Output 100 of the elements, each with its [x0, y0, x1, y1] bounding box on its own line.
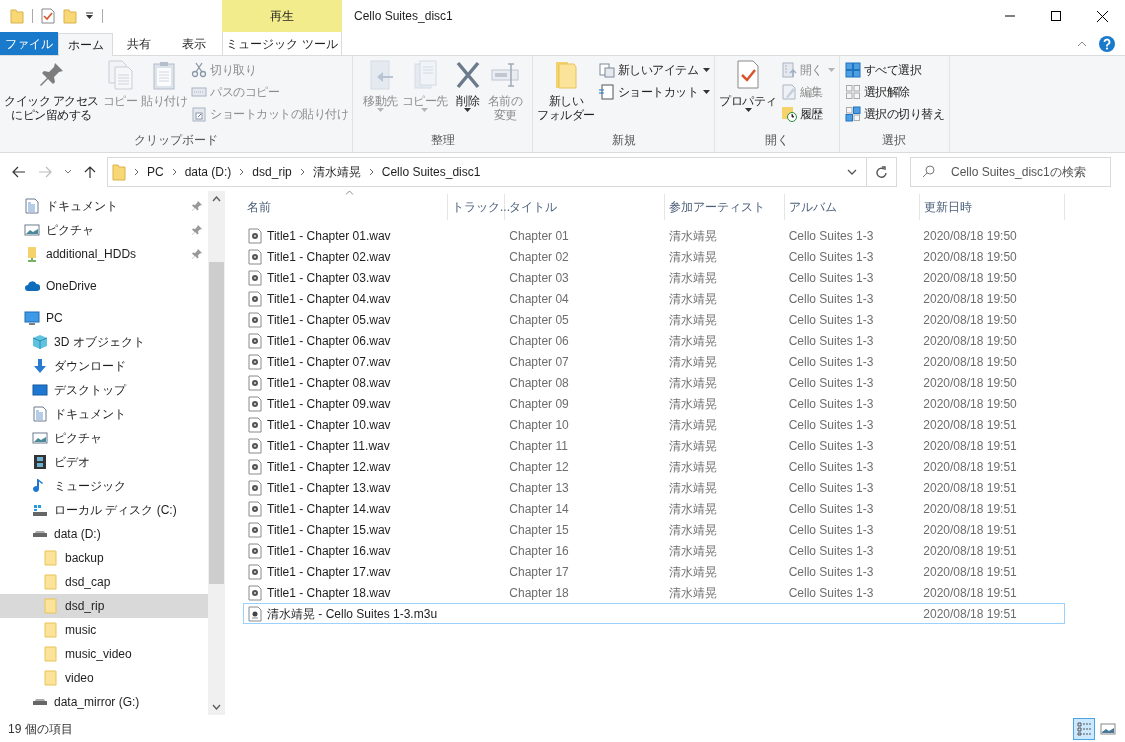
- chevron-down-icon[interactable]: [64, 169, 72, 175]
- ribbon-button[interactable]: 削除: [449, 59, 486, 112]
- ribbon-button[interactable]: 選択解除: [844, 81, 945, 103]
- album-cell: Cello Suites 1-3: [788, 375, 874, 390]
- column-header[interactable]: 名前: [243, 194, 448, 220]
- caret-icon[interactable]: [85, 12, 94, 20]
- ribbon-button[interactable]: クイック アクセスにピン留めする: [2, 59, 101, 122]
- close-icon: [1096, 10, 1108, 22]
- file-row[interactable]: 清水靖晃 - Cello Suites 1-3.m3u 2020/08/18 19:51: [243, 603, 1065, 624]
- chevron-right-icon[interactable]: [368, 168, 374, 176]
- pin-icon[interactable]: [192, 225, 202, 235]
- nav-item[interactable]: additional_HDDs: [0, 242, 208, 266]
- breadcrumb-item[interactable]: dsd_rip: [252, 163, 292, 181]
- address-bar[interactable]: PC data (D:) dsd_rip 清水靖晃 Cello Suites_disc1: [107, 157, 897, 187]
- ribbon-button[interactable]: すべて選択: [844, 59, 945, 81]
- file-row[interactable]: Title1 - Chapter 18.wav Chapter 18 清水靖晃 Cello Suites 1-3 2020/08/18 19:51: [243, 582, 1065, 603]
- pin-icon[interactable]: [192, 249, 202, 259]
- chevron-right-icon[interactable]: [171, 168, 177, 176]
- file-row[interactable]: Title1 - Chapter 16.wav Chapter 16 清水靖晃 Cello Suites 1-3 2020/08/18 19:51: [243, 540, 1065, 561]
- file-row[interactable]: Title1 - Chapter 14.wav Chapter 14 清水靖晃 Cello Suites 1-3 2020/08/18 19:51: [243, 498, 1065, 519]
- file-row[interactable]: Title1 - Chapter 11.wav Chapter 11 清水靖晃 Cello Suites 1-3 2020/08/18 19:51: [243, 435, 1065, 456]
- file-row[interactable]: Title1 - Chapter 04.wav Chapter 04 清水靖晃 Cello Suites 1-3 2020/08/18 19:50: [243, 288, 1065, 309]
- properties-icon[interactable]: [41, 8, 55, 24]
- ribbon-button[interactable]: 履歴: [780, 103, 835, 125]
- ribbon-button[interactable]: 選択の切り替え: [844, 103, 945, 125]
- up-arrow-icon[interactable]: [84, 165, 96, 179]
- nav-item[interactable]: デスクトップ: [0, 378, 208, 402]
- nav-item[interactable]: ビデオ: [0, 450, 208, 474]
- ribbon-tab[interactable]: ミュージック ツール: [222, 32, 342, 55]
- ribbon-tab[interactable]: ホーム: [58, 33, 113, 56]
- file-row[interactable]: Title1 - Chapter 05.wav Chapter 05 清水靖晃 Cello Suites 1-3 2020/08/18 19:50: [243, 309, 1065, 330]
- collapse-ribbon-icon[interactable]: [1077, 40, 1087, 47]
- file-row[interactable]: Title1 - Chapter 13.wav Chapter 13 清水靖晃 Cello Suites 1-3 2020/08/18 19:51: [243, 477, 1065, 498]
- file-row[interactable]: Title1 - Chapter 03.wav Chapter 03 清水靖晃 Cello Suites 1-3 2020/08/18 19:50: [243, 267, 1065, 288]
- chevron-down-icon[interactable]: [212, 704, 221, 710]
- nav-item[interactable]: music: [0, 618, 208, 642]
- file-row[interactable]: Title1 - Chapter 17.wav Chapter 17 清水靖晃 Cello Suites 1-3 2020/08/18 19:51: [243, 561, 1065, 582]
- help-icon[interactable]: [1099, 35, 1115, 52]
- chevron-up-icon[interactable]: [212, 196, 221, 202]
- column-header[interactable]: 参加アーティスト: [665, 194, 785, 220]
- ribbon-button[interactable]: ショートカット: [598, 81, 711, 103]
- file-row[interactable]: Title1 - Chapter 02.wav Chapter 02 清水靖晃 Cello Suites 1-3 2020/08/18 19:50: [243, 246, 1065, 267]
- nav-item[interactable]: ダウンロード: [0, 354, 208, 378]
- chevron-right-icon[interactable]: [299, 168, 305, 176]
- nav-item[interactable]: dsd_cap: [0, 570, 208, 594]
- nav-item[interactable]: PC: [0, 306, 208, 330]
- modified-date: 2020/08/18 19:51: [923, 501, 1017, 516]
- scrollbar[interactable]: [208, 191, 225, 715]
- refresh-icon[interactable]: [876, 166, 887, 178]
- breadcrumb-item[interactable]: data (D:): [184, 163, 232, 181]
- nav-item[interactable]: ミュージック: [0, 474, 208, 498]
- file-row[interactable]: Title1 - Chapter 08.wav Chapter 08 清水靖晃 Cello Suites 1-3 2020/08/18 19:50: [243, 372, 1065, 393]
- ribbon-button[interactable]: 新しいアイテム: [598, 59, 711, 81]
- chevron-right-icon[interactable]: [239, 168, 245, 176]
- file-row[interactable]: Title1 - Chapter 01.wav Chapter 01 清水靖晃 Cello Suites 1-3 2020/08/18 19:50: [243, 225, 1065, 246]
- pin-icon[interactable]: [192, 201, 202, 211]
- nav-item[interactable]: ローカル ディスク (C:): [0, 498, 208, 522]
- nav-item[interactable]: ピクチャ: [0, 426, 208, 450]
- ribbon-tab[interactable]: 共有: [113, 32, 165, 55]
- nav-item[interactable]: data (D:): [0, 522, 208, 546]
- ribbon-button[interactable]: 新しいフォルダー: [535, 59, 597, 122]
- ribbon-tab[interactable]: 表示: [165, 32, 222, 55]
- ribbon-tab[interactable]: ファイル: [0, 32, 58, 55]
- chevron-right-icon[interactable]: [134, 168, 139, 176]
- edit-icon: [780, 84, 797, 100]
- nav-item[interactable]: data_mirror (G:): [0, 690, 208, 714]
- nav-item[interactable]: ドキュメント: [0, 402, 208, 426]
- modified-date: 2020/08/18 19:51: [923, 543, 1017, 558]
- nav-item[interactable]: dsd_rip: [0, 594, 208, 618]
- file-row[interactable]: Title1 - Chapter 12.wav Chapter 12 清水靖晃 Cello Suites 1-3 2020/08/18 19:51: [243, 456, 1065, 477]
- file-row[interactable]: Title1 - Chapter 09.wav Chapter 09 清水靖晃 Cello Suites 1-3 2020/08/18 19:50: [243, 393, 1065, 414]
- details-view-button[interactable]: [1073, 717, 1095, 740]
- contextual-tab-header: 再生: [222, 0, 342, 32]
- file-row[interactable]: Title1 - Chapter 15.wav Chapter 15 清水靖晃 Cello Suites 1-3 2020/08/18 19:51: [243, 519, 1065, 540]
- nav-item[interactable]: OneDrive: [0, 274, 208, 298]
- nav-item[interactable]: music_video: [0, 642, 208, 666]
- modified-date: 2020/08/18 19:51: [923, 417, 1017, 432]
- ribbon-button[interactable]: プロパティ: [717, 59, 779, 112]
- nav-item[interactable]: ドキュメント: [0, 194, 208, 218]
- file-row[interactable]: Title1 - Chapter 07.wav Chapter 07 清水靖晃 Cello Suites 1-3 2020/08/18 19:50: [243, 351, 1065, 372]
- nav-item[interactable]: ピクチャ: [0, 218, 208, 242]
- back-icon[interactable]: [12, 166, 26, 178]
- modified-date: 2020/08/18 19:50: [923, 354, 1017, 369]
- nav-item[interactable]: video: [0, 666, 208, 690]
- breadcrumb-item[interactable]: PC: [147, 163, 164, 181]
- breadcrumb-item[interactable]: 清水靖晃: [312, 163, 361, 181]
- album-cell: Cello Suites 1-3: [788, 249, 874, 264]
- column-header[interactable]: アルバム: [785, 194, 920, 220]
- audio-file-icon: [248, 227, 262, 244]
- chevron-down-icon[interactable]: [847, 169, 857, 175]
- file-row[interactable]: Title1 - Chapter 06.wav Chapter 06 清水靖晃 Cello Suites 1-3 2020/08/18 19:50: [243, 330, 1065, 351]
- scrollbar-thumb[interactable]: [209, 262, 224, 584]
- nav-item[interactable]: backup: [0, 546, 208, 570]
- column-header[interactable]: 更新日時: [920, 194, 1065, 220]
- file-row[interactable]: Title1 - Chapter 10.wav Chapter 10 清水靖晃 Cello Suites 1-3 2020/08/18 19:51: [243, 414, 1065, 435]
- nav-item[interactable]: 3D オブジェクト: [0, 330, 208, 354]
- album-cell: Cello Suites 1-3: [788, 585, 874, 600]
- breadcrumb-item[interactable]: Cello Suites_disc1: [381, 163, 481, 181]
- album-cell: Cello Suites 1-3: [788, 438, 874, 453]
- search-field[interactable]: Cello Suites_disc1の検索: [910, 157, 1111, 187]
